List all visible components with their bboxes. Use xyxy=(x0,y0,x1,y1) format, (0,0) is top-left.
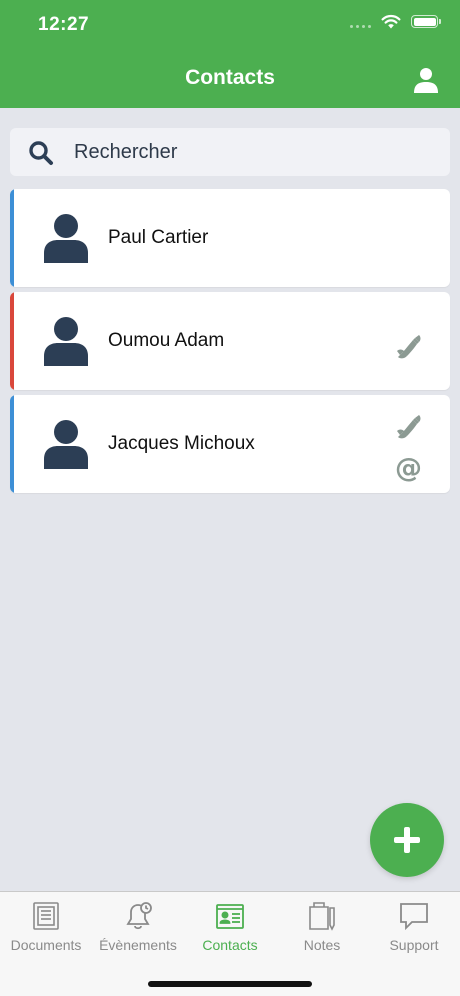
contact-accent-bar xyxy=(10,292,14,390)
contact-card-paul-cartier[interactable]: Paul Cartier xyxy=(10,189,450,287)
phone-icon[interactable] xyxy=(394,411,424,441)
page-title: Contacts xyxy=(185,66,275,89)
tab-documents[interactable]: Documents xyxy=(0,892,92,962)
contact-name: Jacques Michoux xyxy=(108,433,255,454)
notes-icon xyxy=(309,902,335,931)
email-icon[interactable]: @ xyxy=(395,453,422,484)
profile-button[interactable] xyxy=(412,66,440,94)
header-bar: 12:27 Contacts xyxy=(0,0,460,108)
tab-support[interactable]: Support xyxy=(368,892,460,962)
documents-icon xyxy=(33,902,59,930)
add-contact-button[interactable] xyxy=(370,803,444,877)
contact-card-oumou-adam[interactable]: Oumou Adam xyxy=(10,292,450,390)
wifi-icon xyxy=(381,14,401,29)
bell-icon xyxy=(126,902,152,930)
contact-name: Paul Cartier xyxy=(108,227,209,248)
search-input[interactable] xyxy=(74,128,434,176)
search-icon xyxy=(29,141,53,165)
tab-label: Contacts xyxy=(202,937,258,953)
phone-icon[interactable] xyxy=(394,331,424,361)
status-icons xyxy=(350,14,441,29)
battery-icon xyxy=(411,15,441,28)
tab-evenements[interactable]: Évènements xyxy=(92,892,184,962)
contact-accent-bar xyxy=(10,189,14,287)
chat-bubble-icon xyxy=(400,903,428,931)
status-time: 12:27 xyxy=(38,14,90,35)
status-bar: 12:27 xyxy=(0,0,460,50)
tab-label: Évènements xyxy=(99,937,177,953)
contacts-screen: 12:27 Contacts Rechercher Paul Cartier O… xyxy=(0,0,460,996)
contact-name: Oumou Adam xyxy=(108,330,225,351)
tab-label: Support xyxy=(389,937,439,953)
tab-label: Notes xyxy=(303,937,341,953)
avatar-icon xyxy=(44,420,88,469)
avatar-icon xyxy=(44,214,88,263)
tab-contacts[interactable]: Contacts xyxy=(184,892,276,962)
tab-notes[interactable]: Notes xyxy=(276,892,368,962)
contact-card-jacques-michoux[interactable]: Jacques Michoux @ xyxy=(10,395,450,493)
avatar-icon xyxy=(44,317,88,366)
search-bar[interactable] xyxy=(10,128,450,176)
contact-accent-bar xyxy=(10,395,14,493)
contact-card-icon xyxy=(216,904,244,929)
tab-label: Documents xyxy=(10,937,82,953)
signal-icon xyxy=(350,16,371,28)
home-indicator xyxy=(148,981,312,987)
